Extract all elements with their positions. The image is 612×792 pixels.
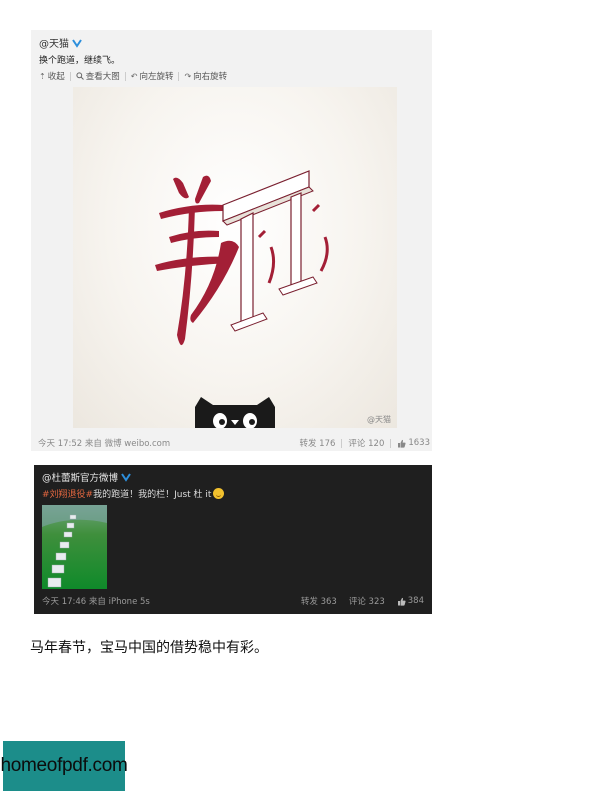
like-count: 1633: [408, 438, 430, 448]
repost-button[interactable]: 转发 363: [301, 595, 337, 607]
post-actions: 转发 363 评论 323 384: [301, 595, 424, 607]
image-watermark: @天猫: [367, 415, 391, 424]
post-text: #刘翔退役# 我的跑道！我的栏！Just 杜 it: [42, 487, 225, 500]
collapse-button[interactable]: ⇡ 收起: [39, 70, 65, 83]
xiang-calligraphy-poster: [155, 170, 329, 428]
post-actions: 转发 176 评论 120 1633: [299, 437, 430, 449]
durex-weibo-card: @杜蕾斯官方微博 #刘翔退役# 我的跑道！我的栏！Just 杜 it 今天 17…: [34, 465, 432, 614]
rotate-right-icon: ↷: [184, 71, 192, 81]
collapse-label: 收起: [47, 72, 65, 82]
divider: [178, 71, 180, 81]
rotate-right-label: 向右旋转: [193, 72, 228, 82]
post-text: 换个跑道，继续飞。: [39, 56, 121, 66]
image-toolbar: ⇡ 收起 查看大图 ↶ 向左旋转 ↷ 向右旋转: [39, 70, 227, 82]
collapse-icon: ⇡: [39, 71, 46, 81]
view-large-button[interactable]: 查看大图: [76, 70, 120, 82]
divider: [124, 71, 126, 81]
repost-button[interactable]: 转发 176: [299, 437, 335, 449]
username-link[interactable]: @天猫: [39, 35, 69, 50]
wink-emoji-icon: [213, 488, 225, 499]
divider: [390, 438, 392, 448]
rotate-left-icon: ↶: [130, 71, 138, 81]
comment-button[interactable]: 评论 120: [348, 437, 384, 449]
comment-button[interactable]: 评论 323: [349, 595, 385, 607]
post-header: @天猫: [39, 35, 82, 50]
post-image[interactable]: @天猫: [73, 87, 397, 428]
rotate-left-label: 向左旋转: [139, 72, 174, 82]
hurdle-drawing: [222, 170, 329, 332]
post-time-source: 今天 17:52 来自 微博 weibo.com: [38, 439, 171, 449]
thumbs-up-icon: [398, 439, 406, 448]
like-button[interactable]: 1633: [397, 438, 430, 448]
like-button[interactable]: 384: [397, 596, 424, 606]
post-time-source: 今天 17:46 来自 iPhone 5s: [42, 597, 150, 607]
like-count: 384: [407, 596, 424, 606]
divider: [69, 71, 71, 81]
magnifier-icon: [76, 72, 84, 80]
site-logo[interactable]: homeofpdf.com: [0, 741, 128, 791]
rotate-left-button[interactable]: ↶ 向左旋转: [130, 70, 174, 83]
post-body-text: 我的跑道！我的栏！Just 杜 it: [93, 490, 212, 500]
hashtag-link[interactable]: #刘翔退役#: [42, 487, 93, 500]
thumbs-up-icon: [397, 597, 406, 606]
rotate-right-button[interactable]: ↷ 向右旋转: [184, 70, 228, 83]
verified-icon: [72, 38, 82, 48]
tmall-cat-logo: [195, 397, 275, 428]
logo-text: homeofpdf.com: [0, 755, 128, 776]
verified-icon: [121, 473, 131, 482]
divider: [341, 438, 343, 448]
article-caption: 马年春节，宝马中国的借势稳中有彩。: [30, 640, 268, 656]
view-large-label: 查看大图: [85, 72, 120, 82]
hurdle-track-photo: [42, 505, 107, 589]
post-header: @杜蕾斯官方微博: [42, 470, 131, 484]
post-thumbnail[interactable]: [42, 505, 107, 589]
calligraphy-character: [155, 175, 239, 346]
tmall-weibo-card: @天猫 换个跑道，继续飞。 ⇡ 收起 查看大图 ↶ 向左旋转 ↷ 向右旋转 @天…: [31, 30, 432, 451]
username-link[interactable]: @杜蕾斯官方微博: [42, 470, 118, 484]
